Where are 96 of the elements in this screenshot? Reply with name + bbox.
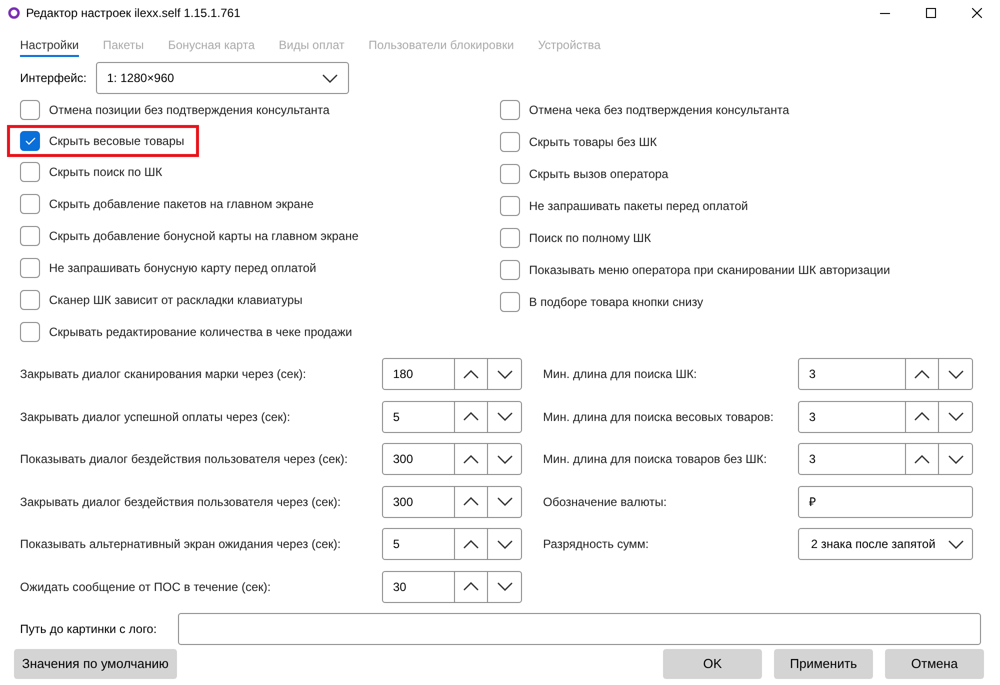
- checkbox[interactable]: [20, 226, 40, 246]
- checkmark-icon: [24, 137, 36, 145]
- chevron-down-icon: [948, 370, 964, 378]
- checkbox[interactable]: [500, 292, 520, 312]
- field-label: Путь до картинки с лого:: [20, 620, 158, 638]
- defaults-button[interactable]: Значения по умолчанию: [14, 648, 177, 678]
- field-label: Показывать альтернативный экран ожидания через (сек):: [20, 536, 342, 553]
- checkbox-label: Скрыть весовые товары: [49, 133, 184, 150]
- chevron-up-icon: [914, 454, 930, 464]
- input-field[interactable]: ₽: [798, 486, 973, 518]
- chevron-up-icon: [914, 370, 930, 378]
- checkbox-label: Отмена позиции без подтверждения консультанта: [49, 102, 330, 119]
- field-label: Закрывать диалог сканирования марки через (сек):: [20, 366, 308, 383]
- checkbox-label: В подборе товара кнопки снизу: [529, 294, 704, 311]
- number-spinner[interactable]: 3: [798, 358, 973, 390]
- checkbox[interactable]: [500, 132, 520, 152]
- chevron-up-icon: [463, 454, 479, 464]
- chevron-up-icon: [463, 582, 479, 591]
- field-label: Мин. длина для поиска ШК:: [543, 366, 698, 383]
- chevron-down-icon: [948, 412, 964, 421]
- checkbox[interactable]: [20, 100, 40, 120]
- chevron-down-icon: [948, 454, 964, 464]
- number-value: 3: [799, 444, 906, 474]
- number-spinner[interactable]: 5: [382, 400, 522, 432]
- checkbox[interactable]: [500, 100, 520, 120]
- number-value: 3: [799, 402, 906, 432]
- number-spinner[interactable]: 300: [382, 443, 522, 475]
- number-value: 3: [799, 359, 906, 389]
- checkbox-label: Не запрашивать пакеты перед оплатой: [529, 198, 748, 215]
- checkbox-label: Скрыть добавление бонусной карты на главном экране: [49, 228, 358, 245]
- checkbox-label: Скрывать редактирование количества в чеке продажи: [49, 324, 352, 341]
- number-spinner[interactable]: 180: [382, 358, 522, 390]
- checkbox-label: Скрыть вызов оператора: [529, 166, 668, 183]
- chevron-down-icon: [496, 582, 512, 591]
- minimize-icon: [880, 12, 890, 14]
- checkbox[interactable]: [20, 258, 40, 278]
- close-icon: [972, 8, 982, 18]
- field-label: Мин. длина для поиска весовых товаров:: [543, 408, 775, 426]
- field-label: Ожидать сообщение от ПОС в течение (сек):: [20, 578, 272, 596]
- checkbox[interactable]: [500, 164, 520, 184]
- checkbox-label: Поиск по полному ШК: [529, 230, 652, 247]
- field-label: Обозначение валюты:: [543, 494, 668, 510]
- number-value: 5: [383, 402, 455, 432]
- checkbox-label: Скрыть поиск по ШК: [49, 164, 162, 181]
- number-value: 300: [383, 444, 455, 474]
- tab[interactable]: Настройки: [20, 35, 79, 57]
- checkbox-label: Скрыть добавление пакетов на главном экране: [49, 196, 314, 213]
- field-label: Разрядность сумм:: [543, 536, 650, 553]
- field-label: Закрывать диалог бездействия пользователя через (сек):: [20, 494, 342, 510]
- chevron-up-icon: [463, 370, 479, 378]
- chevron-up-icon: [463, 497, 479, 506]
- number-value: 5: [383, 529, 455, 559]
- field-label: Интерфейс:: [20, 70, 88, 87]
- number-value: 180: [383, 359, 455, 389]
- checkbox[interactable]: [20, 131, 40, 151]
- checkbox[interactable]: [500, 196, 520, 216]
- number-spinner[interactable]: 30: [382, 570, 522, 602]
- cancel-button[interactable]: Отмена: [885, 648, 984, 678]
- checkbox[interactable]: [20, 322, 40, 342]
- dropdown[interactable]: 2 знака после запятой: [798, 528, 973, 560]
- input-field[interactable]: [178, 612, 981, 644]
- checkbox[interactable]: [20, 290, 40, 310]
- checkbox-label: Отмена чека без подтверждения консультанта: [529, 102, 790, 119]
- chevron-down-icon: [948, 540, 964, 548]
- number-value: 30: [383, 572, 455, 602]
- chevron-down-icon: [496, 497, 512, 506]
- chevron-down-icon: [322, 74, 338, 82]
- chevron-down-icon: [496, 454, 512, 464]
- chevron-up-icon: [463, 540, 479, 548]
- maximize-icon: [926, 8, 936, 18]
- checkbox[interactable]: [500, 228, 520, 248]
- checkbox[interactable]: [500, 260, 520, 280]
- checkbox-label: Сканер ШК зависит от раскладки клавиатуры: [49, 292, 303, 309]
- number-spinner[interactable]: 3: [798, 400, 973, 432]
- ok-button[interactable]: OK: [663, 648, 762, 678]
- field-label: Закрывать диалог успешной оплаты через (сек):: [20, 408, 292, 426]
- chevron-down-icon: [496, 540, 512, 548]
- number-spinner[interactable]: 5: [382, 528, 522, 560]
- chevron-down-icon: [496, 412, 512, 421]
- number-value: 300: [383, 486, 455, 516]
- dropdown[interactable]: 1: 1280×960: [96, 62, 349, 94]
- checkbox[interactable]: [20, 194, 40, 214]
- window-title: Редактор настроек ilexx.self 1.15.1.761: [26, 5, 240, 22]
- number-spinner[interactable]: 300: [382, 486, 522, 518]
- apply-button[interactable]: Применить: [774, 648, 873, 678]
- chevron-down-icon: [496, 370, 512, 378]
- field-label: Показывать диалог бездействия пользователя через (сек):: [20, 451, 349, 468]
- app-logo-icon: [8, 7, 20, 19]
- chevron-up-icon: [914, 412, 930, 421]
- number-spinner[interactable]: 3: [798, 443, 973, 475]
- checkbox-label: Показывать меню оператора при сканировании ШК авторизации: [529, 262, 890, 279]
- checkbox[interactable]: [20, 162, 40, 182]
- chevron-up-icon: [463, 412, 479, 421]
- field-label: Мин. длина для поиска товаров без ШК:: [543, 451, 768, 468]
- checkbox-label: Скрыть товары без ШК: [529, 134, 657, 151]
- checkbox-label: Не запрашивать бонусную карту перед оплатой: [49, 260, 316, 277]
